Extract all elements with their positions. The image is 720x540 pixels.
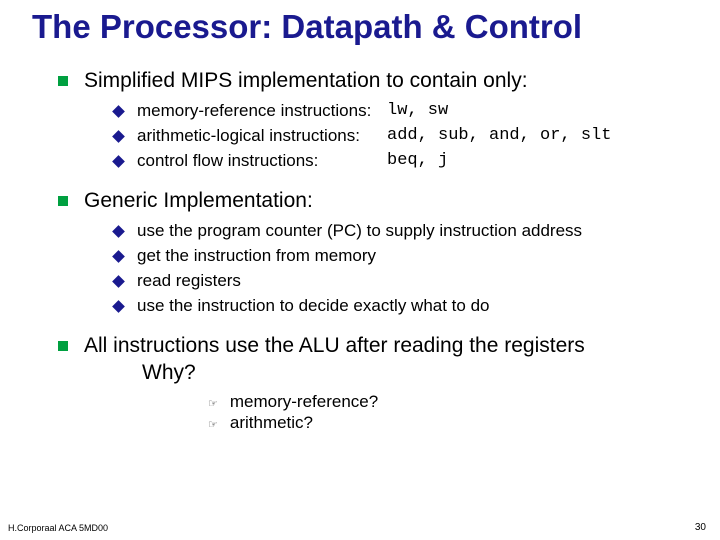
hand-bullet-icon: ☞	[208, 418, 218, 431]
slide-title: The Processor: Datapath & Control	[0, 0, 720, 45]
instr-label: arithmetic-logical instructions:	[137, 125, 387, 148]
bullet-lvl3: ☞ arithmetic?	[208, 413, 680, 433]
diamond-bullet-icon	[112, 130, 125, 143]
bullet-lvl2: arithmetic-logical instructions: add, su…	[114, 125, 680, 148]
lvl2-text: read registers	[137, 270, 241, 293]
lvl1-text: Generic Implementation:	[84, 187, 313, 214]
footer-author: H.Corporaal ACA 5MD00	[8, 523, 108, 533]
bullet-lvl2: use the instruction to decide exactly wh…	[114, 295, 680, 318]
lvl2-text: get the instruction from memory	[137, 245, 376, 268]
hand-bullet-icon: ☞	[208, 397, 218, 410]
diamond-bullet-icon	[112, 105, 125, 118]
lvl3-group: ☞ memory-reference? ☞ arithmetic?	[58, 392, 680, 433]
lvl1-text: Simplified MIPS implementation to contai…	[84, 67, 528, 94]
lvl2-group: use the program counter (PC) to supply i…	[58, 220, 680, 318]
square-bullet-icon	[58, 341, 68, 351]
square-bullet-icon	[58, 76, 68, 86]
lvl2-group: memory-reference instructions: lw, sw ar…	[58, 100, 680, 173]
lvl2-text: control flow instructions: beq, j	[137, 150, 448, 173]
instr-label: control flow instructions:	[137, 150, 387, 173]
instr-code: lw, sw	[387, 100, 448, 123]
diamond-bullet-icon	[112, 250, 125, 263]
slide-content: Simplified MIPS implementation to contai…	[0, 45, 720, 434]
bullet-lvl2: read registers	[114, 270, 680, 293]
lvl2-text: memory-reference instructions: lw, sw	[137, 100, 448, 123]
lvl3-text: memory-reference?	[230, 392, 378, 412]
bullet-lvl1: Simplified MIPS implementation to contai…	[58, 67, 680, 94]
instr-label: memory-reference instructions:	[137, 100, 387, 123]
diamond-bullet-icon	[112, 155, 125, 168]
bullet-lvl2: use the program counter (PC) to supply i…	[114, 220, 680, 243]
bullet-lvl2: memory-reference instructions: lw, sw	[114, 100, 680, 123]
lvl2-text: use the instruction to decide exactly wh…	[137, 295, 489, 318]
lvl1-text: All instructions use the ALU after readi…	[84, 332, 585, 387]
bullet-lvl1: Generic Implementation:	[58, 187, 680, 214]
diamond-bullet-icon	[112, 225, 125, 238]
why-text: Why?	[84, 361, 196, 384]
bullet-lvl2: control flow instructions: beq, j	[114, 150, 680, 173]
footer-page-number: 30	[695, 522, 706, 533]
square-bullet-icon	[58, 196, 68, 206]
bullet-lvl2: get the instruction from memory	[114, 245, 680, 268]
instr-code: beq, j	[387, 150, 448, 173]
lvl1-line1: All instructions use the ALU after readi…	[84, 334, 585, 357]
bullet-lvl3: ☞ memory-reference?	[208, 392, 680, 412]
lvl2-text: use the program counter (PC) to supply i…	[137, 220, 582, 243]
lvl3-text: arithmetic?	[230, 413, 313, 433]
lvl2-text: arithmetic-logical instructions: add, su…	[137, 125, 611, 148]
diamond-bullet-icon	[112, 300, 125, 313]
diamond-bullet-icon	[112, 275, 125, 288]
instr-code: add, sub, and, or, slt	[387, 125, 611, 148]
bullet-lvl1: All instructions use the ALU after readi…	[58, 332, 680, 387]
